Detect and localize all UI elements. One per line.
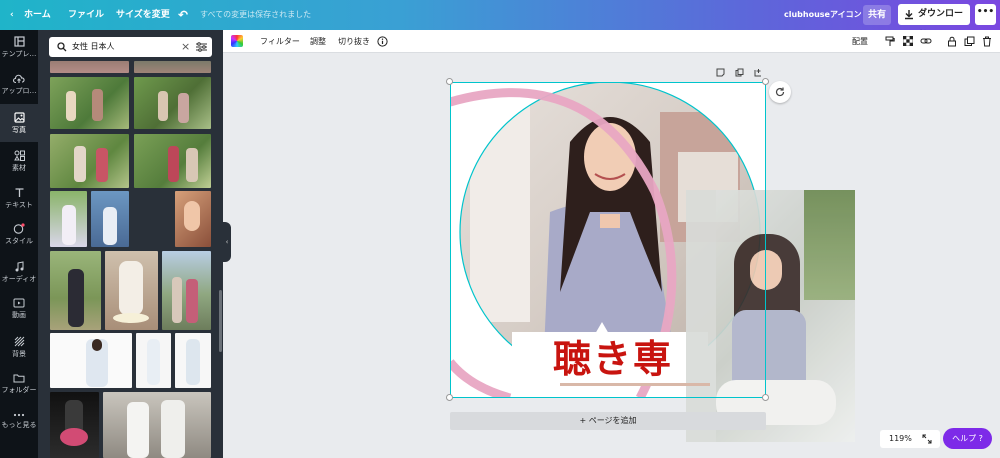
sidebar-item-templates[interactable]: テンプレ… (0, 36, 38, 59)
resize-handle[interactable] (446, 78, 453, 85)
filter-button[interactable]: フィルター (260, 30, 300, 53)
zoom-level: 119% (889, 434, 912, 443)
top-bar: ‹ ホーム ファイル サイズを変更 ↶ すべての変更は保存されました clubh… (0, 0, 1000, 40)
save-status: すべての変更は保存されました (200, 10, 312, 19)
photo-thumbnail[interactable] (50, 333, 132, 388)
photo-thumbnail[interactable] (91, 191, 129, 247)
style-icon (13, 223, 25, 234)
add-page-button[interactable]: + ページを追加 (450, 412, 766, 430)
resize-handle[interactable] (762, 78, 769, 85)
info-icon[interactable] (377, 36, 388, 47)
clear-icon[interactable]: × (181, 37, 190, 57)
photo-thumbnail[interactable] (162, 251, 211, 330)
search-icon (57, 42, 67, 52)
context-toolbar: フィルター 調整 切り抜き 配置 (223, 30, 1000, 53)
download-icon (905, 10, 913, 20)
rotate-button[interactable] (769, 81, 791, 103)
fullscreen-icon[interactable] (922, 434, 932, 444)
share-button[interactable]: 共有 (863, 5, 891, 25)
photo-thumbnail[interactable] (134, 61, 211, 73)
color-swatch-icon[interactable] (231, 35, 243, 47)
transparency-icon[interactable] (903, 36, 913, 46)
upload-icon (13, 74, 25, 84)
link-icon[interactable] (920, 36, 932, 46)
resize-handle[interactable] (762, 394, 769, 401)
adjust-button[interactable]: 調整 (310, 30, 326, 53)
file-menu[interactable]: ファイル (68, 0, 104, 30)
zoom-control[interactable]: 119% (880, 430, 940, 448)
search-input[interactable]: 女性 日本人 (72, 37, 115, 57)
photo-thumbnail[interactable] (134, 77, 211, 129)
search-box[interactable]: 女性 日本人 × (49, 37, 212, 57)
photo-thumbnail[interactable] (50, 77, 129, 129)
paint-roller-icon[interactable] (885, 36, 895, 47)
sidebar-item-background[interactable]: 背景 (0, 336, 38, 359)
side-rail: テンプレ… アップロ… 写真 素材 テキスト スタイル オーディオ 動画 背景 … (0, 30, 38, 458)
photo-thumbnail[interactable] (175, 333, 211, 388)
sidebar-item-more[interactable]: もっと見る (0, 412, 38, 430)
sidebar-item-photos[interactable]: 写真 (0, 104, 38, 142)
photo-thumbnail[interactable] (134, 134, 211, 188)
resize-handle[interactable] (446, 394, 453, 401)
audio-icon (15, 261, 23, 272)
download-button[interactable]: ダウンロード (898, 4, 970, 40)
back-chevron-icon[interactable]: ‹ (10, 0, 14, 30)
photo-thumbnail[interactable] (50, 392, 99, 458)
rotate-icon (775, 87, 785, 97)
photo-panel: 女性 日本人 × (38, 30, 223, 458)
sidebar-item-folder[interactable]: フォルダー (0, 373, 38, 395)
video-icon (13, 298, 25, 308)
arrange-button[interactable]: 配置 (852, 30, 868, 53)
sidebar-item-elements[interactable]: 素材 (0, 150, 38, 173)
resize-button[interactable]: サイズを変更 (116, 0, 170, 30)
sidebar-item-style[interactable]: スタイル (0, 223, 38, 246)
photo-thumbnail[interactable] (50, 251, 101, 330)
filter-settings-icon[interactable] (196, 42, 207, 52)
text-icon (15, 188, 23, 197)
photo-thumbnail[interactable] (50, 61, 129, 73)
note-icon[interactable] (716, 68, 725, 77)
photo-thumbnail[interactable] (105, 251, 158, 330)
photo-thumbnail[interactable] (50, 134, 129, 188)
elements-icon (13, 150, 25, 161)
trash-icon[interactable] (982, 36, 992, 47)
sidebar-item-audio[interactable]: オーディオ (0, 261, 38, 284)
copy-page-icon[interactable] (735, 68, 744, 77)
document-title[interactable]: clubhouseアイコン (784, 0, 862, 30)
selection-outline (450, 82, 766, 398)
help-button[interactable]: ヘルプ ? (943, 428, 992, 449)
collapse-panel-button[interactable]: ‹ (223, 222, 231, 262)
sidebar-item-upload[interactable]: アップロ… (0, 74, 38, 96)
background-icon (14, 336, 24, 347)
undo-icon[interactable]: ↶ (178, 0, 188, 30)
photo-thumbnail[interactable] (103, 392, 211, 458)
photo-icon (13, 112, 25, 123)
lock-icon[interactable] (947, 36, 957, 47)
folder-icon (13, 374, 25, 383)
sidebar-item-video[interactable]: 動画 (0, 298, 38, 320)
duplicate-icon[interactable] (964, 36, 975, 47)
template-icon (13, 36, 25, 47)
photo-thumbnail[interactable] (175, 191, 211, 247)
crop-button[interactable]: 切り抜き (338, 30, 370, 53)
photo-thumbnail[interactable] (50, 191, 87, 247)
add-page-icon[interactable] (754, 68, 763, 77)
home-button[interactable]: ホーム (24, 0, 51, 30)
sidebar-item-text[interactable]: テキスト (0, 187, 38, 210)
panel-scrollbar[interactable] (219, 290, 222, 352)
photo-thumbnail[interactable] (136, 333, 171, 388)
more-icon (13, 413, 25, 417)
more-button[interactable]: ••• (975, 4, 996, 25)
